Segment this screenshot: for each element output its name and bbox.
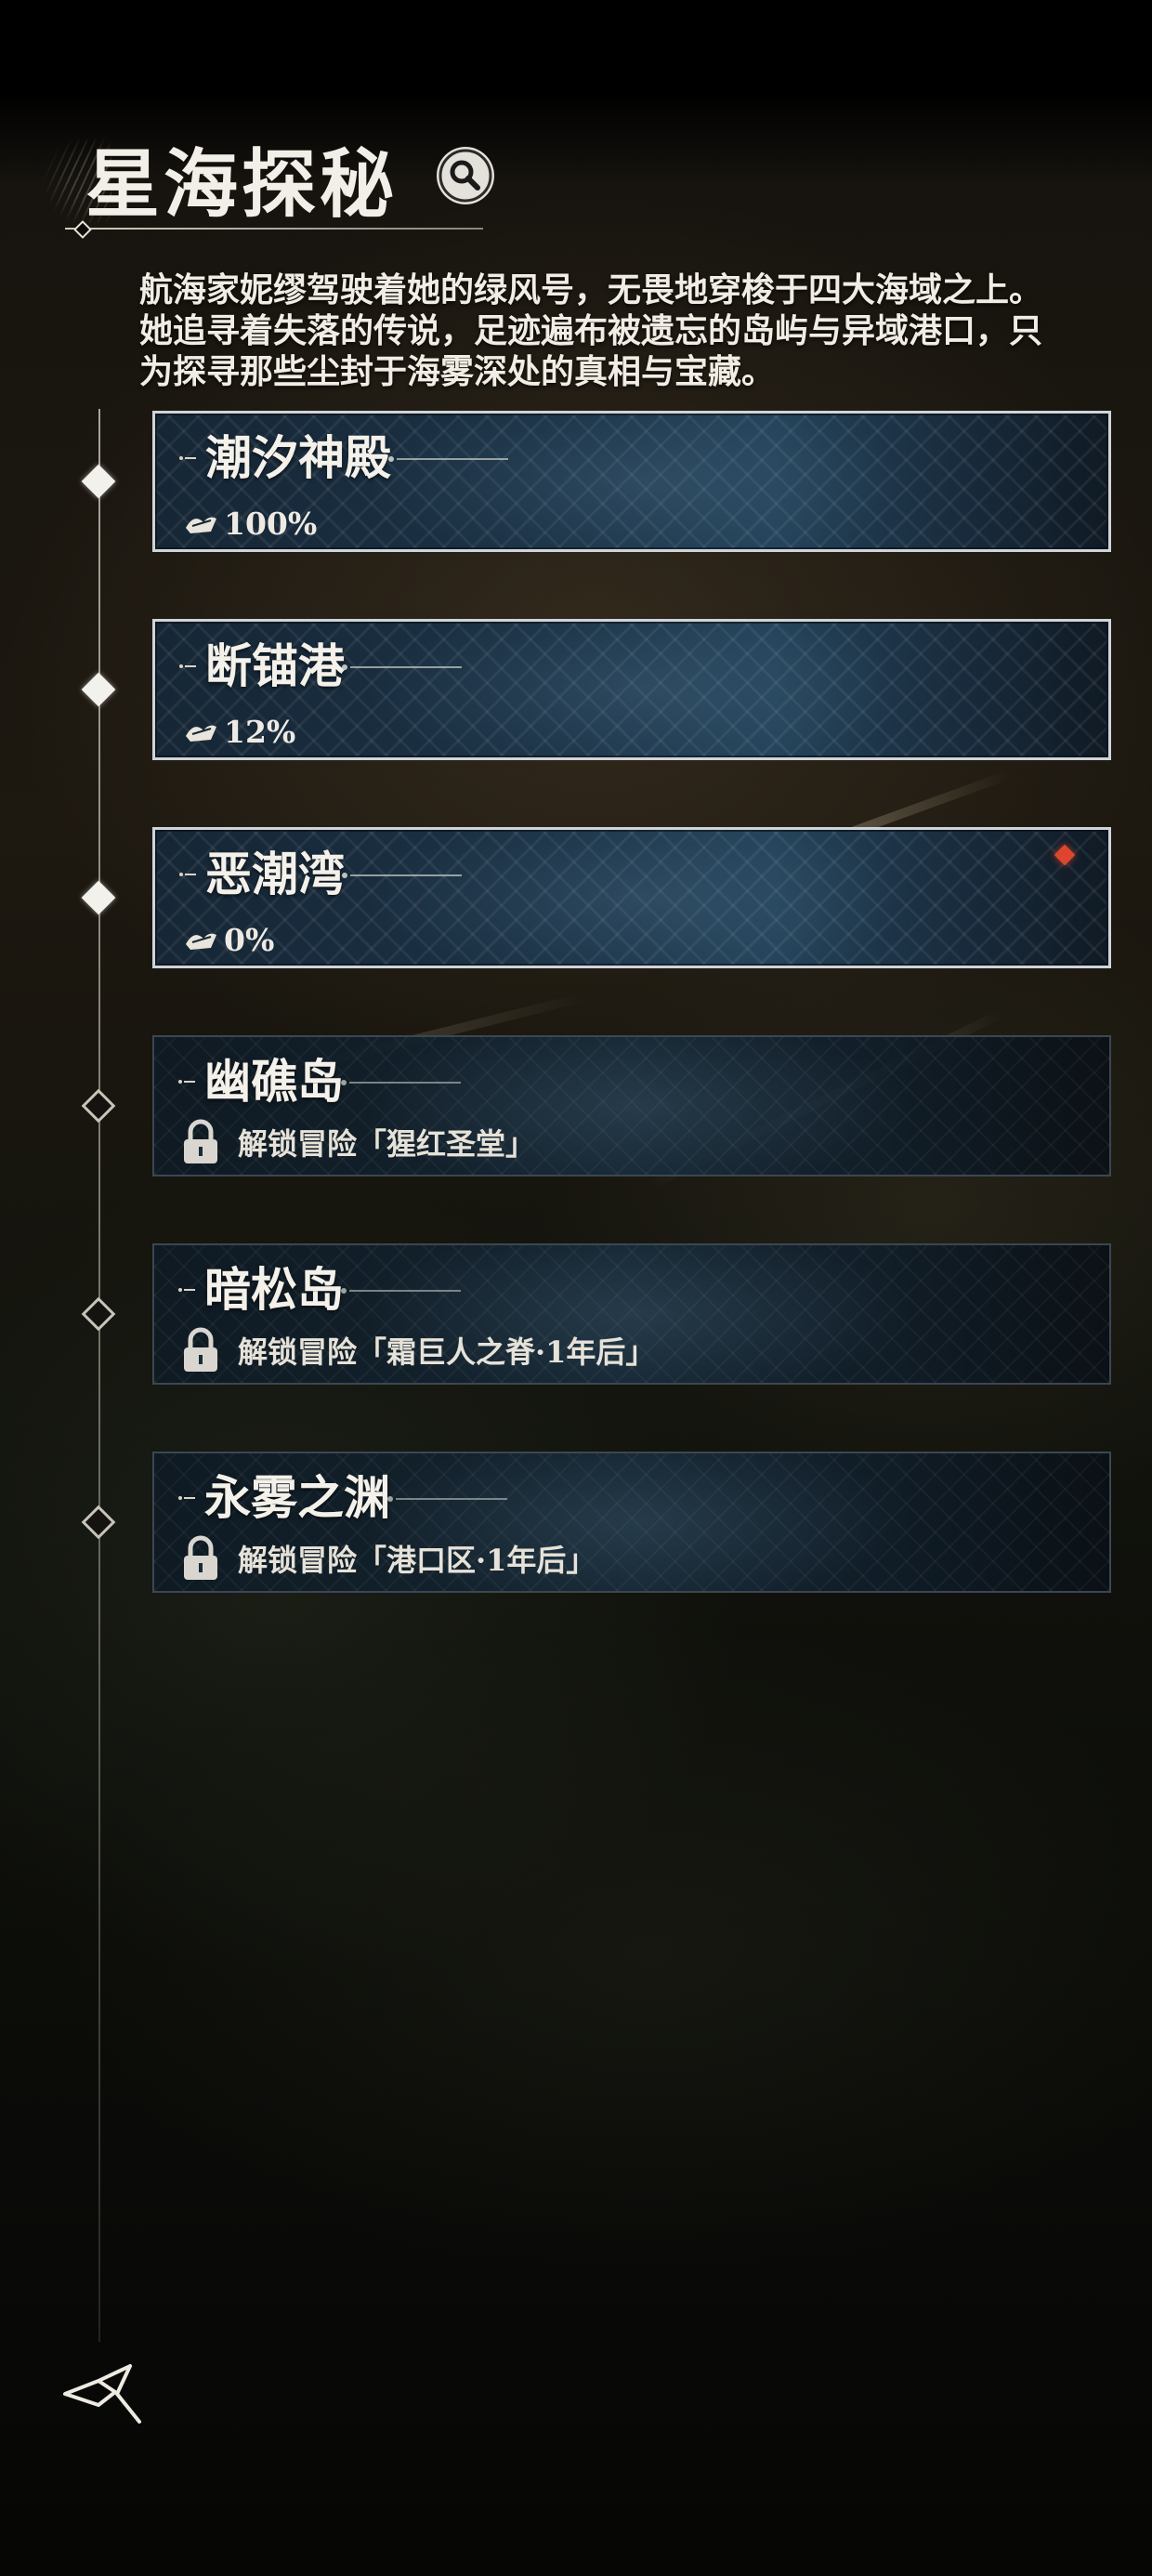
timeline-node-locked	[81, 1296, 116, 1332]
progress-row: 0%	[183, 921, 274, 958]
page-title: 星海探秘	[85, 140, 398, 228]
name-ornament-icon	[178, 1288, 195, 1292]
story-description: 航海家妮缪驾驶着她的绿风号，无畏地穿梭于四大海域之上。她追寻着失落的传说，足迹遍…	[139, 270, 1043, 391]
region-name: 幽礁岛	[204, 1054, 344, 1109]
name-trail-icon	[342, 873, 462, 878]
region-name: 断锚港	[205, 638, 345, 693]
search-button[interactable]	[437, 147, 494, 204]
search-icon	[439, 149, 492, 203]
region-card-dark-pine-island[interactable]: 暗松岛 解锁冒险「霜巨人之脊·1年后」	[152, 1243, 1111, 1385]
name-trail-icon	[387, 1496, 507, 1502]
timeline-node-completed	[81, 880, 116, 915]
name-trail-icon	[341, 1080, 461, 1085]
name-trail-icon	[341, 1288, 461, 1294]
region-name: 潮汐神殿	[205, 430, 391, 485]
progress-value: 12%	[224, 713, 296, 750]
progress-value: 0%	[224, 921, 275, 958]
exploration-page: 星海探秘 航海家妮缪驾驶着她的绿风号，无畏地穿梭于四大海域之上。她追寻着失落的传…	[0, 0, 1152, 2576]
lock-icon	[184, 1119, 217, 1163]
unlock-requirement-text: 解锁冒险「猩红圣堂」	[238, 1126, 536, 1162]
lock-icon	[184, 1535, 217, 1580]
name-trail-icon	[342, 664, 462, 670]
unlock-requirement: 解锁冒险「港口区·1年后」	[180, 1535, 596, 1582]
region-name: 暗松岛	[204, 1262, 344, 1317]
back-button[interactable]	[61, 2360, 145, 2425]
timeline-node-locked	[81, 1088, 116, 1124]
back-arrow-icon	[63, 2364, 141, 2424]
title-underline	[65, 228, 483, 230]
name-ornament-icon	[179, 456, 196, 460]
region-card-eternal-fog-abyss[interactable]: 永雾之渊 解锁冒险「港口区·1年后」	[152, 1452, 1111, 1593]
name-ornament-icon	[179, 664, 196, 668]
region-card-tidal-temple[interactable]: 潮汐神殿 100%	[152, 411, 1111, 552]
progress-value: 100%	[224, 505, 318, 542]
unlock-requirement: 解锁冒险「猩红圣堂」	[180, 1119, 535, 1165]
name-ornament-icon	[178, 1080, 195, 1084]
timeline-node-completed	[81, 672, 116, 707]
status-bar-area	[0, 0, 1152, 95]
progress-row: 12%	[183, 713, 295, 750]
timeline-node-completed	[81, 464, 116, 499]
unlock-requirement-text: 解锁冒险「港口区·1年后」	[238, 1543, 596, 1578]
region-card-evil-tide-bay[interactable]: 恶潮湾 0%	[152, 827, 1111, 968]
exploration-progress-icon	[186, 933, 216, 950]
region-card-shadow-reef-island[interactable]: 幽礁岛 解锁冒险「猩红圣堂」	[152, 1035, 1111, 1176]
region-card-broken-anchor-port[interactable]: 断锚港 12%	[152, 619, 1111, 760]
unlock-requirement-text: 解锁冒险「霜巨人之脊·1年后」	[238, 1334, 656, 1370]
name-trail-icon	[388, 456, 508, 462]
region-name: 恶潮湾	[205, 847, 345, 901]
unlock-requirement: 解锁冒险「霜巨人之脊·1年后」	[180, 1327, 655, 1373]
progress-row: 100%	[183, 505, 317, 542]
timeline-node-locked	[81, 1505, 116, 1540]
name-ornament-icon	[179, 873, 196, 876]
lock-icon	[184, 1327, 217, 1372]
exploration-progress-icon	[186, 725, 216, 742]
exploration-progress-icon	[186, 517, 216, 533]
name-ornament-icon	[178, 1496, 195, 1500]
region-name: 永雾之渊	[204, 1470, 390, 1525]
